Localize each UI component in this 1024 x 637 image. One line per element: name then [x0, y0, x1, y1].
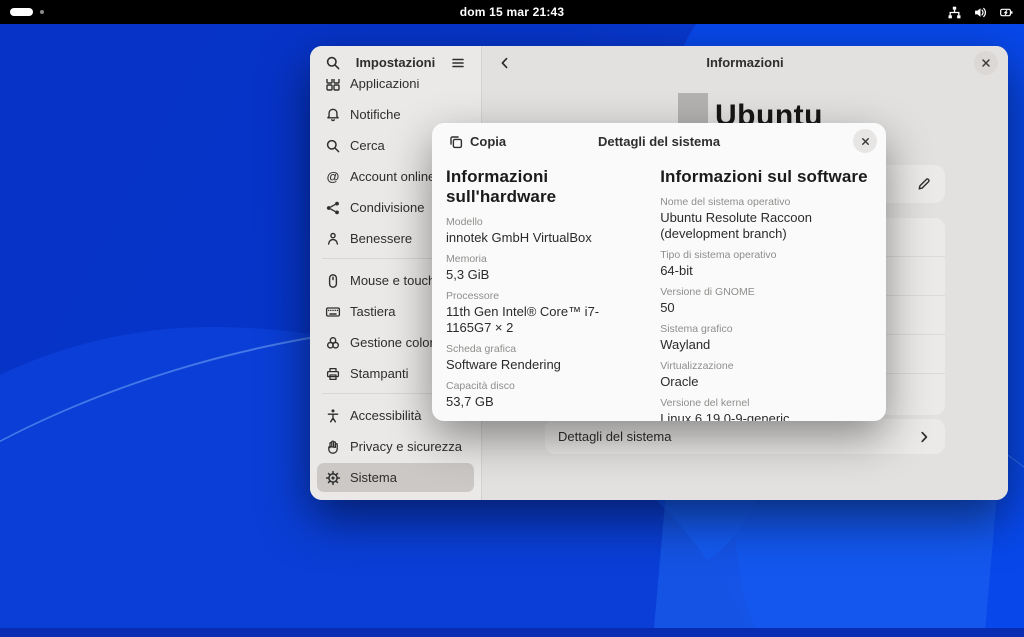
copy-button[interactable]: Copia: [441, 130, 513, 153]
sidebar-item-label: Accessibilità: [350, 408, 422, 423]
dialog-close-button[interactable]: [853, 129, 877, 153]
sidebar-item-label: Condivisione: [350, 200, 424, 215]
field-processore: Processore 11th Gen Intel® Core™ i7-1165…: [446, 290, 638, 336]
field-modello: Modello innotek GmbH VirtualBox: [446, 216, 638, 246]
system-details-row-label: Dettagli del sistema: [558, 429, 671, 444]
sidebar-item-privacy-e-sicurezza[interactable]: Privacy e sicurezza: [317, 432, 474, 461]
sidebar-item-label: Account online: [350, 169, 435, 184]
sidebar-search-button[interactable]: [323, 53, 343, 73]
workspace-pill-active: [10, 8, 33, 16]
top-bar: dom 15 mar 21:43: [0, 0, 1024, 24]
sidebar-item-label: Cerca: [350, 138, 385, 153]
workspace-dot: [40, 10, 44, 14]
sidebar-item-label: Gestione colori: [350, 335, 437, 350]
copy-button-label: Copia: [470, 134, 506, 149]
at-icon: @: [325, 169, 341, 184]
about-page-header: Informazioni: [482, 46, 1008, 79]
sidebar-item-applicazioni[interactable]: Applicazioni: [317, 79, 474, 98]
sidebar-item-label: Applicazioni: [350, 79, 419, 91]
sidebar-item-label: Sistema: [350, 470, 397, 485]
workspace-indicator[interactable]: [10, 8, 44, 16]
sidebar-item-label: Tastiera: [350, 304, 396, 319]
dialog-body: Informazioni sull'hardware Modello innot…: [432, 159, 886, 421]
copy-icon: [448, 134, 464, 149]
window-close-button[interactable]: [974, 51, 998, 75]
desktop-screen: dom 15 mar 21:43: [0, 0, 1024, 637]
search-icon: [325, 138, 341, 154]
software-section-title: Informazioni sul software: [660, 167, 872, 187]
chevron-right-icon: [916, 429, 932, 445]
app-title: Impostazioni: [356, 55, 435, 70]
main-menu-button[interactable]: [448, 53, 468, 73]
sidebar-item-label: Privacy e sicurezza: [350, 439, 462, 454]
dialog-title: Dettagli del sistema: [598, 134, 720, 149]
printer-icon: [325, 366, 341, 382]
software-info-section: Informazioni sul software Nome del siste…: [660, 161, 872, 421]
network-icon: [947, 5, 962, 20]
clock[interactable]: dom 15 mar 21:43: [460, 5, 565, 19]
field-memoria: Memoria 5,3 GiB: [446, 253, 638, 283]
chevron-left-icon: [497, 55, 513, 71]
apps-icon: [325, 79, 341, 92]
volume-icon: [973, 5, 988, 20]
field-scheda-grafica: Scheda grafica Software Rendering: [446, 343, 638, 373]
field-capacita-disco: Capacità disco 53,7 GB: [446, 380, 638, 410]
sidebar-item-sistema[interactable]: Sistema: [317, 463, 474, 492]
gear-icon: [325, 470, 341, 486]
sidebar-item-label: Benessere: [350, 231, 412, 246]
hamburger-menu-icon: [450, 55, 466, 71]
search-icon: [325, 55, 341, 71]
system-details-dialog: Copia Dettagli del sistema Informazioni …: [432, 123, 886, 421]
system-status-area[interactable]: [947, 5, 1014, 20]
page-title: Informazioni: [706, 55, 783, 70]
sidebar-item-label: Notifiche: [350, 107, 401, 122]
accessibility-icon: [325, 408, 341, 424]
field-versione-kernel: Versione del kernel Linux 6.19.0-9-gener…: [660, 397, 872, 421]
bell-icon: [325, 107, 341, 123]
field-virtualizzazione: Virtualizzazione Oracle: [660, 360, 872, 390]
field-sistema-grafico: Sistema grafico Wayland: [660, 323, 872, 353]
keyboard-icon: [325, 304, 341, 320]
system-details-row[interactable]: Dettagli del sistema: [545, 419, 945, 454]
hardware-info-section: Informazioni sull'hardware Modello innot…: [446, 161, 638, 421]
field-tipo-sistema-operativo: Tipo di sistema operativo 64-bit: [660, 249, 872, 279]
privacy-hand-icon: [325, 439, 341, 455]
wellbeing-icon: [325, 231, 341, 247]
sidebar-item-label: Stampanti: [350, 366, 409, 381]
wallpaper-bottom-strip: [0, 628, 1024, 637]
share-icon: [325, 200, 341, 216]
battery-icon: [999, 5, 1014, 20]
close-icon: [980, 57, 992, 69]
close-icon: [860, 136, 871, 147]
dialog-header: Copia Dettagli del sistema: [432, 123, 886, 159]
back-button[interactable]: [492, 50, 518, 76]
field-nome-sistema-operativo: Nome del sistema operativo Ubuntu Resolu…: [660, 196, 872, 242]
hardware-section-title: Informazioni sull'hardware: [446, 167, 638, 207]
field-versione-gnome: Versione di GNOME 50: [660, 286, 872, 316]
edit-hostname-button[interactable]: [911, 171, 937, 197]
mouse-icon: [325, 273, 341, 289]
ubuntu-logo-placeholder: [678, 93, 708, 123]
pencil-icon: [916, 176, 932, 192]
sidebar-header: Impostazioni: [310, 46, 481, 79]
color-icon: [325, 335, 341, 351]
